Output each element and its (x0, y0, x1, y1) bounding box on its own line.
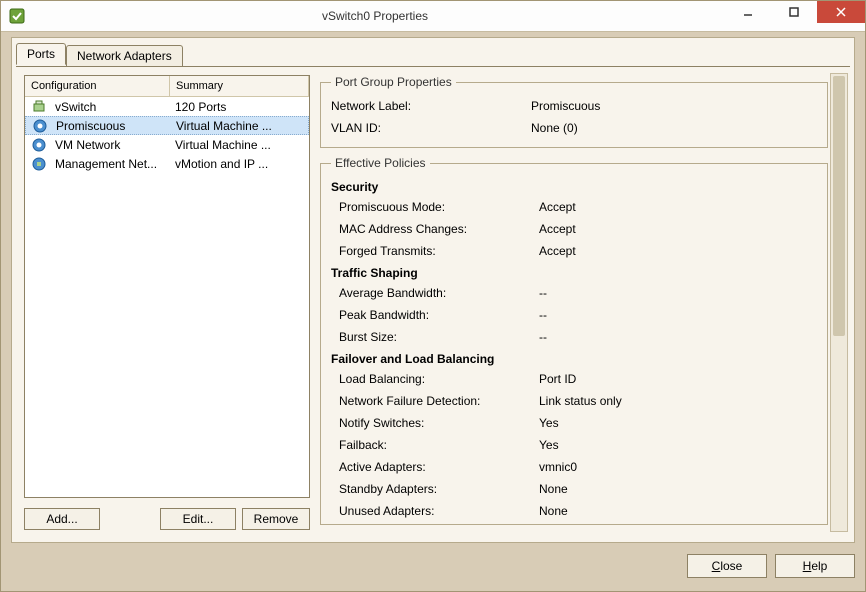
list-cell-config: vSwitch (49, 100, 169, 114)
list-row-promiscuous[interactable]: Promiscuous Virtual Machine ... (25, 116, 309, 135)
mac-v: Accept (539, 222, 817, 236)
list-cell-config: Promiscuous (50, 119, 170, 133)
vmkernel-icon (25, 157, 49, 171)
forged-l: Forged Transmits: (331, 244, 539, 258)
list-cell-config: VM Network (49, 138, 169, 152)
list-cell-summary: Virtual Machine ... (169, 138, 309, 152)
active-v: vmnic0 (539, 460, 817, 474)
failback-v: Yes (539, 438, 817, 452)
tab-network-adapters[interactable]: Network Adapters (66, 45, 183, 66)
list-row-vswitch[interactable]: vSwitch 120 Ports (25, 97, 309, 116)
row-network-label: Network Label: Promiscuous (331, 95, 817, 117)
edit-button[interactable]: Edit... (160, 508, 236, 530)
maximize-button[interactable] (771, 1, 817, 23)
col-header-config[interactable]: Configuration (25, 76, 170, 96)
left-pane: Configuration Summary vSwitch 120 Ports (16, 67, 316, 538)
lb-v: Port ID (539, 372, 817, 386)
peak-l: Peak Bandwidth: (331, 308, 539, 322)
avg-v: -- (539, 286, 817, 300)
tab-body: Configuration Summary vSwitch 120 Ports (16, 66, 850, 538)
list-cell-summary: vMotion and IP ... (169, 157, 309, 171)
footer: Close Help (11, 549, 855, 583)
right-pane: Port Group Properties Network Label: Pro… (316, 67, 850, 538)
group-legend: Effective Policies (331, 156, 430, 170)
active-l: Active Adapters: (331, 460, 539, 474)
standby-v: None (539, 482, 817, 496)
close-window-button[interactable] (817, 1, 865, 23)
promisc-l: Promiscuous Mode: (331, 200, 539, 214)
list-row-management-net[interactable]: Management Net... vMotion and IP ... (25, 154, 309, 173)
window-title: vSwitch0 Properties (25, 9, 725, 23)
window-controls (725, 1, 865, 31)
notify-l: Notify Switches: (331, 416, 539, 430)
list-cell-summary: Virtual Machine ... (170, 119, 308, 133)
network-label-v: Promiscuous (531, 99, 817, 113)
section-shaping: Traffic Shaping (331, 266, 817, 280)
mac-l: MAC Address Changes: (331, 222, 539, 236)
row-vlan-id: VLAN ID: None (0) (331, 117, 817, 139)
effective-policies: Effective Policies Security Promiscuous … (320, 156, 828, 525)
unused-v: None (539, 504, 817, 518)
scrollbar-thumb[interactable] (833, 76, 845, 336)
vlan-v: None (0) (531, 121, 817, 135)
vlan-l: VLAN ID: (331, 121, 531, 135)
list-row-vm-network[interactable]: VM Network Virtual Machine ... (25, 135, 309, 154)
lb-l: Load Balancing: (331, 372, 539, 386)
list-header: Configuration Summary (25, 76, 309, 97)
list-cell-summary: 120 Ports (169, 100, 309, 114)
col-header-summary[interactable]: Summary (170, 76, 309, 96)
vswitch-icon (25, 100, 49, 114)
tabs-bar: Ports Network Adapters (12, 38, 854, 64)
unused-l: Unused Adapters: (331, 504, 539, 518)
burst-v: -- (539, 330, 817, 344)
content-area: Ports Network Adapters Configuration Sum… (11, 37, 855, 543)
standby-l: Standby Adapters: (331, 482, 539, 496)
list-cell-config: Management Net... (49, 157, 169, 171)
avg-l: Average Bandwidth: (331, 286, 539, 300)
forged-v: Accept (539, 244, 817, 258)
promisc-v: Accept (539, 200, 817, 214)
add-button[interactable]: Add... (24, 508, 100, 530)
group-legend: Port Group Properties (331, 75, 456, 89)
portgroup-icon (25, 138, 49, 152)
properties-window: vSwitch0 Properties Ports Network Adapte… (0, 0, 866, 592)
section-failover: Failover and Load Balancing (331, 352, 817, 366)
remove-button[interactable]: Remove (242, 508, 310, 530)
peak-v: -- (539, 308, 817, 322)
titlebar: vSwitch0 Properties (1, 1, 865, 32)
detect-v: Link status only (539, 394, 817, 408)
help-button[interactable]: Help (775, 554, 855, 578)
network-label-l: Network Label: (331, 99, 531, 113)
portgroup-icon (26, 119, 50, 133)
left-buttons: Add... Edit... Remove (24, 508, 310, 530)
close-button[interactable]: Close (687, 554, 767, 578)
burst-l: Burst Size: (331, 330, 539, 344)
detect-l: Network Failure Detection: (331, 394, 539, 408)
list-rows: vSwitch 120 Ports Promiscuous Virtual Ma… (25, 97, 309, 497)
notify-v: Yes (539, 416, 817, 430)
port-group-properties: Port Group Properties Network Label: Pro… (320, 75, 828, 148)
minimize-button[interactable] (725, 1, 771, 23)
vertical-scrollbar[interactable] (830, 73, 848, 532)
section-security: Security (331, 180, 817, 194)
tab-ports[interactable]: Ports (16, 43, 66, 65)
failback-l: Failback: (331, 438, 539, 452)
vsphere-icon (9, 8, 25, 24)
configuration-list[interactable]: Configuration Summary vSwitch 120 Ports (24, 75, 310, 498)
